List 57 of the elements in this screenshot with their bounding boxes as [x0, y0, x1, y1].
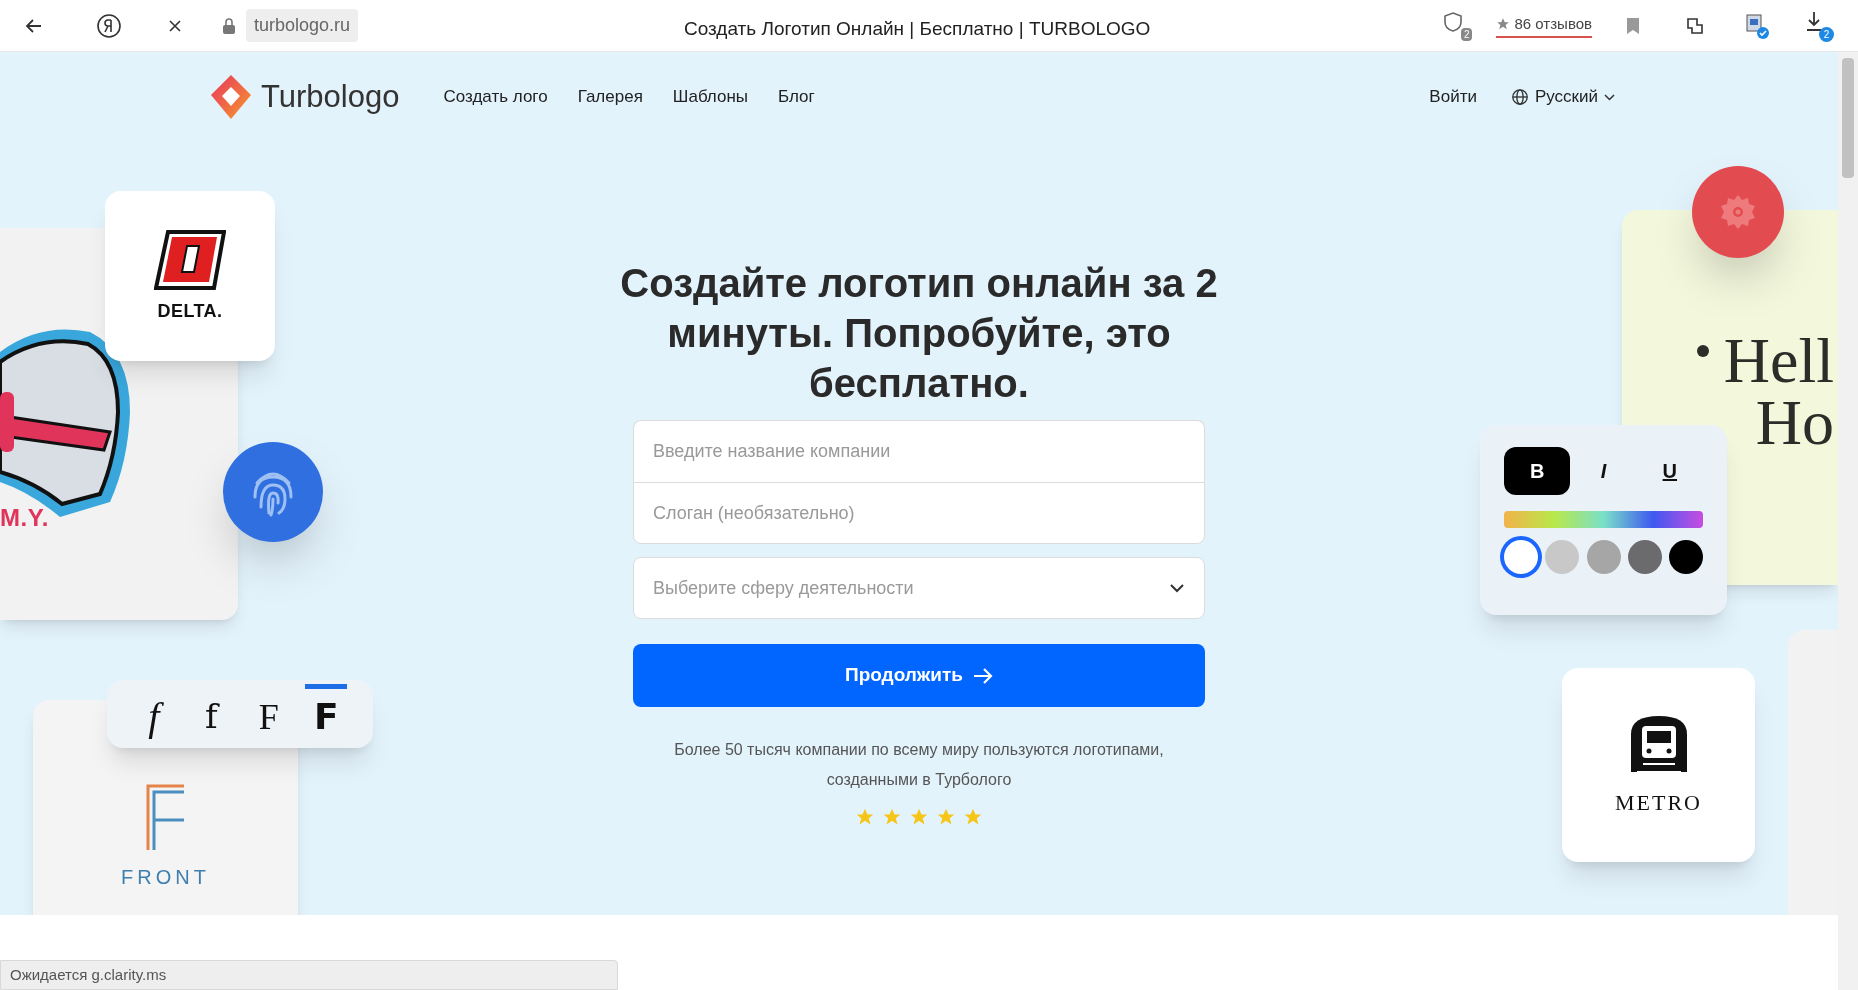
chevron-down-icon	[1604, 93, 1615, 101]
reviews-link[interactable]: 86 отзывов	[1496, 12, 1592, 39]
dot-icon	[1695, 344, 1710, 358]
star-icon	[963, 807, 983, 827]
tabs-button[interactable]: 2	[1442, 10, 1473, 41]
downloads-button[interactable]: 2	[1804, 9, 1834, 42]
bookmark-icon[interactable]	[1626, 16, 1640, 35]
font-option[interactable]: f	[132, 684, 175, 744]
language-selector[interactable]: Русский	[1510, 84, 1615, 110]
text-field[interactable]: Слоган (необязательно)	[633, 482, 1205, 544]
nav-link[interactable]: Галерея	[577, 84, 643, 110]
format-button[interactable]: I	[1570, 447, 1637, 495]
logo-text: FRONT	[121, 865, 210, 890]
social-proof-text: Более 50 тысяч компании по всему миру пользуются логотипами, созданными в Турболого	[673, 740, 1165, 790]
browser-logo-icon[interactable]	[96, 12, 122, 39]
color-swatch[interactable]	[1545, 540, 1580, 574]
lock-icon	[222, 17, 236, 34]
brand-name[interactable]: Turbologo	[261, 73, 400, 121]
star-icon	[855, 807, 875, 827]
text-field[interactable]: Введите название компании	[633, 420, 1205, 482]
logo-text: DELTA.	[157, 299, 223, 323]
tabs-count: 2	[1460, 27, 1473, 41]
downloads-count: 2	[1819, 26, 1834, 42]
shield-icon	[1442, 10, 1465, 33]
page-title: Создать Логотип Онлайн | Бесплатно | TURBOLOGO	[684, 17, 1151, 41]
hero-heading: Создайте логотип онлайн за 2 минуты. Попробуйте, это бесплатно.	[619, 260, 1219, 407]
font-option[interactable]: F	[305, 684, 348, 744]
scrollbar-thumb[interactable]	[1842, 58, 1854, 178]
close-icon[interactable]	[168, 18, 182, 33]
star-icon	[909, 807, 929, 827]
logo-text: Hell	[1723, 330, 1834, 392]
color-swatch[interactable]	[1669, 540, 1703, 574]
logo-text: M.Y.	[0, 503, 50, 533]
login-link[interactable]: Войти	[1429, 84, 1477, 110]
font-option[interactable]: F	[247, 684, 290, 744]
nav-link[interactable]: Блог	[778, 84, 815, 110]
color-swatch[interactable]	[1627, 540, 1662, 574]
format-button[interactable]: U	[1636, 447, 1703, 495]
logo-text: METRO	[1615, 788, 1702, 817]
status-bar: Ожидается g.clarity.ms	[0, 960, 618, 990]
color-spectrum-bar[interactable]	[1504, 511, 1703, 528]
logo-text: Ho	[1755, 392, 1834, 454]
format-button[interactable]: B	[1504, 447, 1571, 495]
continue-button[interactable]: Продолжить	[633, 644, 1205, 707]
star-icon	[936, 807, 956, 827]
address-field[interactable]: turbologo.ru	[246, 9, 359, 42]
color-swatch[interactable]	[1586, 540, 1621, 574]
globe-icon	[1510, 88, 1529, 106]
star-icon	[1496, 17, 1511, 31]
nav-link[interactable]: Шаблоны	[672, 84, 749, 110]
chevron-down-icon	[1169, 583, 1185, 593]
arrow-right-icon	[973, 666, 993, 685]
scrollbar[interactable]	[1838, 52, 1858, 990]
star-icon	[882, 807, 902, 827]
nav-link[interactable]: Создать лого	[443, 84, 548, 110]
font-option[interactable]: f	[190, 684, 233, 744]
image-extension-icon[interactable]	[1744, 12, 1770, 39]
